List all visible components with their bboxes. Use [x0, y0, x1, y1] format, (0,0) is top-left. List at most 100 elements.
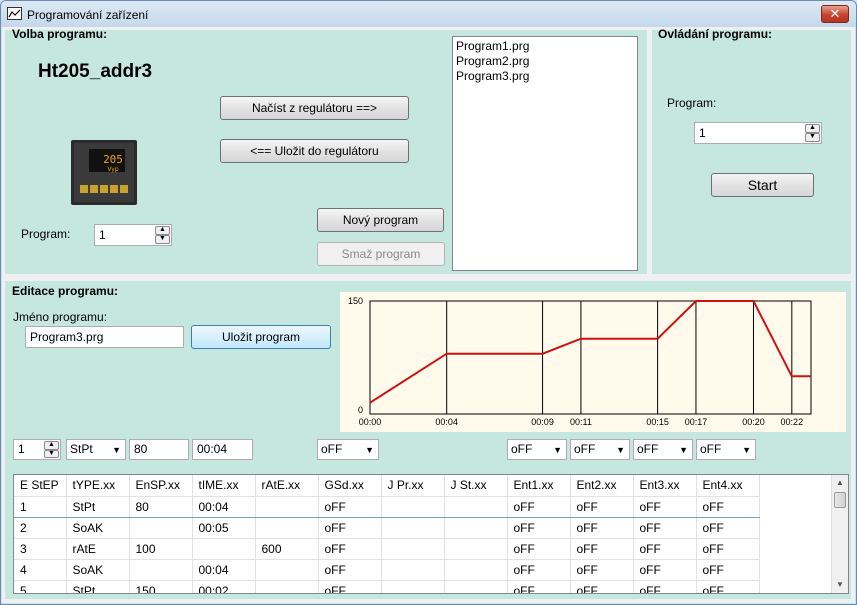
- spin-up-icon[interactable]: ▲: [805, 124, 820, 133]
- table-cell[interactable]: oFF: [318, 559, 382, 581]
- table-cell[interactable]: 5: [14, 580, 67, 593]
- table-cell[interactable]: 00:04: [192, 495, 256, 518]
- table-cell[interactable]: [129, 517, 193, 539]
- table-cell[interactable]: oFF: [570, 538, 634, 560]
- table-cell[interactable]: [444, 495, 508, 518]
- table-cell[interactable]: [381, 580, 445, 593]
- editor-ent4-select[interactable]: oFF ▼: [696, 439, 756, 460]
- table-cell[interactable]: [381, 517, 445, 539]
- table-cell[interactable]: 00:02: [192, 580, 256, 593]
- table-cell[interactable]: StPt: [66, 495, 130, 518]
- table-cell[interactable]: oFF: [696, 538, 760, 560]
- table-cell[interactable]: StPt: [66, 580, 130, 593]
- table-cell[interactable]: 4: [14, 559, 67, 581]
- table-cell[interactable]: oFF: [696, 559, 760, 581]
- steps-grid[interactable]: E StEP tYPE.xx EnSP.xx tIME.xx rAtE.xx G…: [13, 474, 849, 594]
- table-cell[interactable]: oFF: [570, 517, 634, 539]
- spinner-arrows[interactable]: ▲ ▼: [44, 441, 59, 458]
- table-cell[interactable]: [444, 580, 508, 593]
- spin-down-icon[interactable]: ▼: [155, 235, 170, 244]
- start-button[interactable]: Start: [711, 173, 814, 197]
- column-header[interactable]: E StEP: [14, 475, 67, 497]
- table-cell[interactable]: oFF: [318, 517, 382, 539]
- table-cell[interactable]: [255, 559, 319, 581]
- spin-up-icon[interactable]: ▲: [44, 441, 59, 450]
- column-header[interactable]: GSd.xx: [318, 475, 382, 497]
- table-cell[interactable]: SoAK: [66, 559, 130, 581]
- table-cell[interactable]: [255, 517, 319, 539]
- table-cell[interactable]: [381, 559, 445, 581]
- table-cell[interactable]: SoAK: [66, 517, 130, 539]
- editor-step-spinner[interactable]: 1 ▲ ▼: [13, 439, 61, 460]
- table-row[interactable]: 5 StPt 150 00:02 oFF oFF oFF oFF oFF: [14, 580, 760, 593]
- column-header[interactable]: Ent4.xx: [696, 475, 760, 497]
- spinner-arrows[interactable]: ▲ ▼: [155, 226, 170, 244]
- table-cell[interactable]: oFF: [696, 495, 760, 518]
- spin-down-icon[interactable]: ▼: [44, 449, 59, 458]
- table-cell[interactable]: 00:04: [192, 559, 256, 581]
- table-cell[interactable]: oFF: [696, 580, 760, 593]
- list-item[interactable]: Program1.prg: [456, 39, 634, 54]
- spinner-arrows[interactable]: ▲ ▼: [805, 124, 820, 142]
- table-cell[interactable]: oFF: [318, 538, 382, 560]
- list-item[interactable]: Program2.prg: [456, 54, 634, 69]
- table-cell[interactable]: [381, 495, 445, 518]
- editor-type-select[interactable]: StPt ▼: [66, 439, 126, 460]
- table-cell[interactable]: 3: [14, 538, 67, 560]
- vertical-scrollbar[interactable]: ▲ ▼: [831, 475, 848, 593]
- table-row[interactable]: 4 SoAK 00:04 oFF oFF oFF oFF oFF: [14, 559, 760, 581]
- table-cell[interactable]: oFF: [507, 580, 571, 593]
- table-cell[interactable]: 600: [255, 538, 319, 560]
- table-cell[interactable]: oFF: [633, 495, 697, 518]
- table-cell[interactable]: [444, 559, 508, 581]
- table-cell[interactable]: oFF: [507, 495, 571, 518]
- table-cell[interactable]: oFF: [570, 495, 634, 518]
- new-program-button[interactable]: Nový program: [317, 208, 444, 232]
- table-cell[interactable]: oFF: [318, 495, 382, 518]
- table-cell[interactable]: rAtE: [66, 538, 130, 560]
- column-header[interactable]: tIME.xx: [192, 475, 256, 497]
- program-file-list[interactable]: Program1.prg Program2.prg Program3.prg: [452, 36, 638, 271]
- table-cell[interactable]: 150: [129, 580, 193, 593]
- column-header[interactable]: Ent3.xx: [633, 475, 697, 497]
- spin-up-icon[interactable]: ▲: [155, 226, 170, 235]
- load-from-controller-button[interactable]: Načíst z regulátoru ==>: [220, 96, 409, 120]
- table-cell[interactable]: oFF: [507, 559, 571, 581]
- volba-program-spinner[interactable]: 1 ▲ ▼: [94, 224, 172, 246]
- table-cell[interactable]: [444, 517, 508, 539]
- table-cell[interactable]: 100: [129, 538, 193, 560]
- list-item[interactable]: Program3.prg: [456, 69, 634, 84]
- ovladani-program-spinner[interactable]: 1 ▲ ▼: [694, 122, 822, 144]
- editor-time-input[interactable]: 00:04: [192, 439, 253, 460]
- table-cell[interactable]: 1: [14, 495, 67, 518]
- editor-ensp-input[interactable]: 80: [129, 439, 189, 460]
- delete-program-button[interactable]: Smaž program: [317, 242, 445, 266]
- save-program-button[interactable]: Uložit program: [191, 325, 331, 349]
- table-cell[interactable]: oFF: [633, 517, 697, 539]
- table-cell[interactable]: [129, 559, 193, 581]
- column-header[interactable]: EnSP.xx: [129, 475, 193, 497]
- column-header[interactable]: tYPE.xx: [66, 475, 130, 497]
- table-cell[interactable]: oFF: [570, 559, 634, 581]
- table-cell[interactable]: 2: [14, 517, 67, 539]
- table-row[interactable]: 1 StPt 80 00:04 oFF oFF oFF oFF oFF: [14, 495, 760, 518]
- scroll-up-icon[interactable]: ▲: [832, 475, 848, 491]
- table-row[interactable]: 3 rAtE 100 600 oFF oFF oFF oFF oFF: [14, 538, 760, 560]
- table-cell[interactable]: [444, 538, 508, 560]
- editor-gsd-select[interactable]: oFF ▼: [317, 439, 379, 460]
- table-cell[interactable]: oFF: [633, 538, 697, 560]
- table-cell[interactable]: oFF: [633, 559, 697, 581]
- table-cell[interactable]: oFF: [318, 580, 382, 593]
- table-cell[interactable]: oFF: [507, 517, 571, 539]
- column-header[interactable]: J Pr.xx: [381, 475, 445, 497]
- scroll-down-icon[interactable]: ▼: [832, 577, 848, 593]
- table-cell[interactable]: oFF: [633, 580, 697, 593]
- close-button[interactable]: ✕: [821, 5, 849, 23]
- table-cell[interactable]: oFF: [570, 580, 634, 593]
- table-cell[interactable]: 00:05: [192, 517, 256, 539]
- spin-down-icon[interactable]: ▼: [805, 133, 820, 142]
- editor-ent1-select[interactable]: oFF ▼: [507, 439, 567, 460]
- editor-ent3-select[interactable]: oFF ▼: [633, 439, 693, 460]
- editor-ent2-select[interactable]: oFF ▼: [570, 439, 630, 460]
- table-cell[interactable]: [192, 538, 256, 560]
